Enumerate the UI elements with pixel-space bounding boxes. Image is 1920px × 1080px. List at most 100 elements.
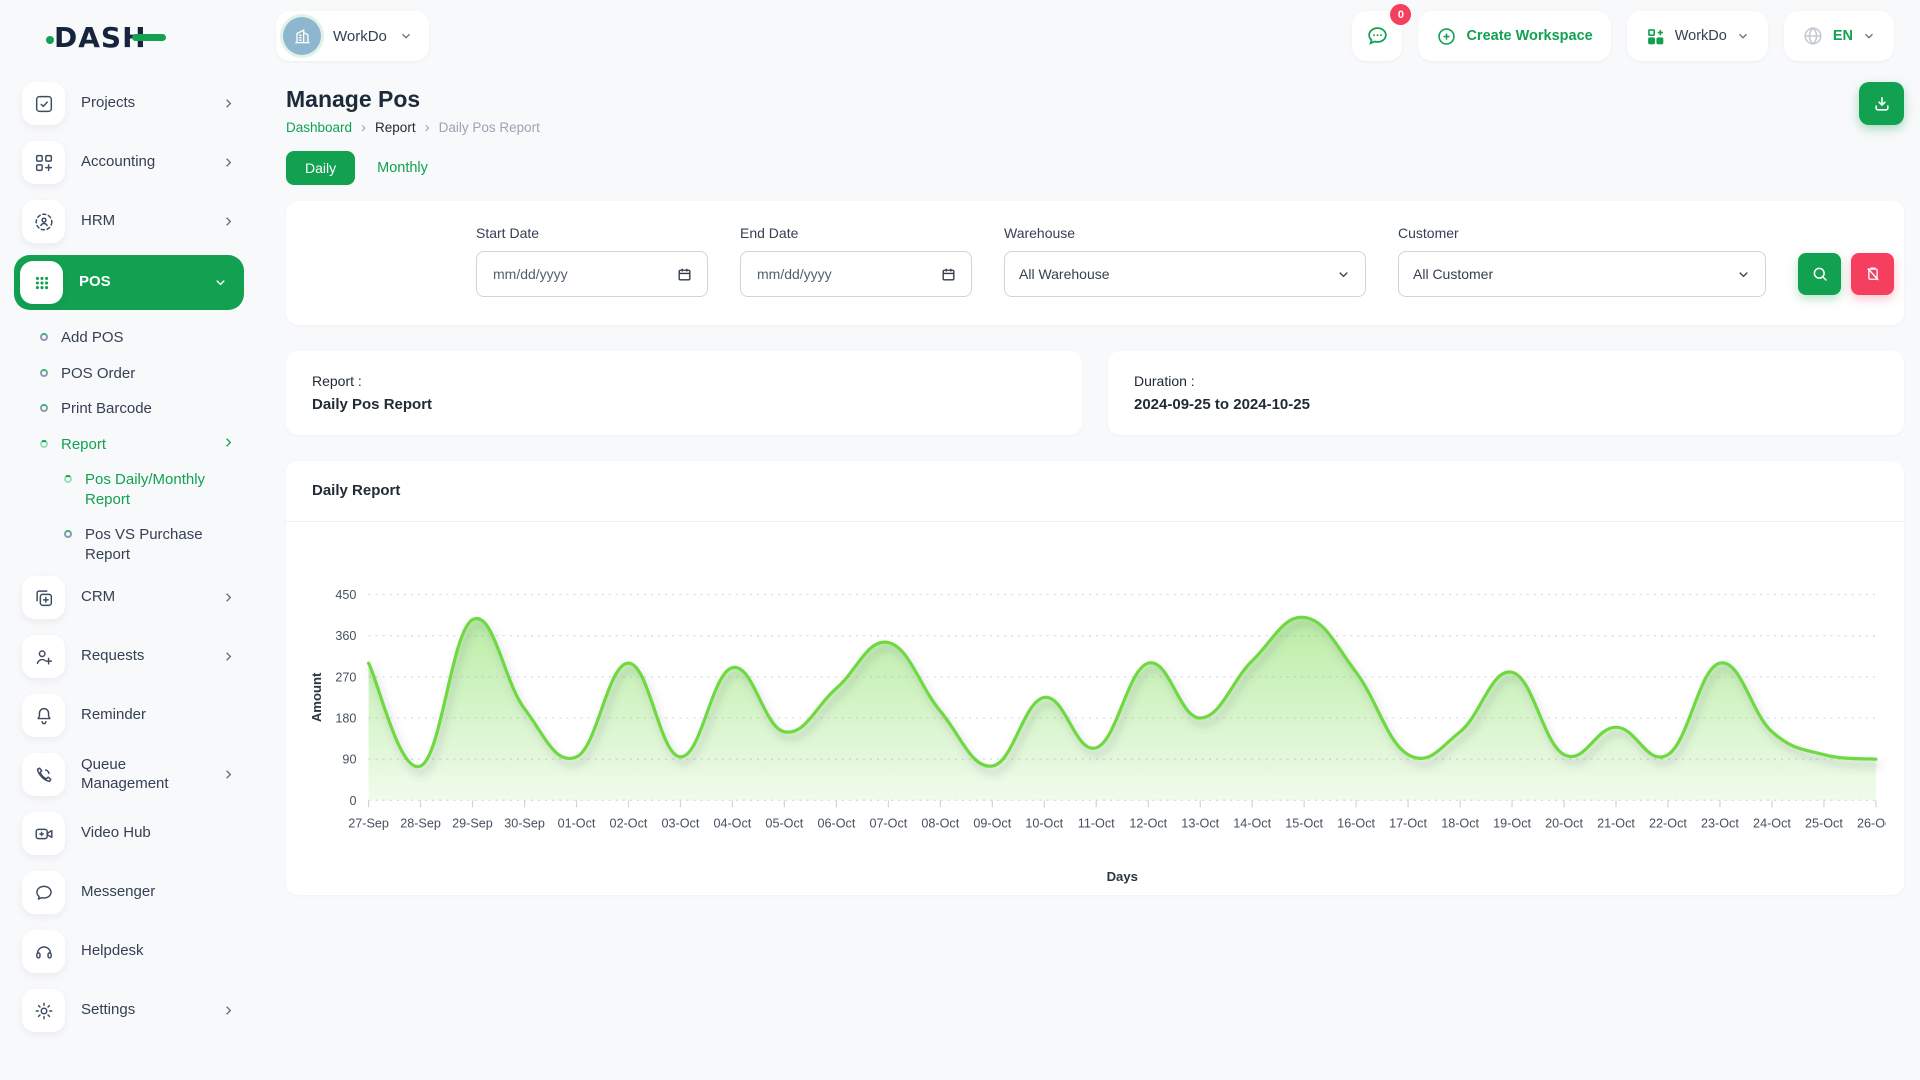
filter-actions [1798, 253, 1894, 297]
x-tick-label: 22-Oct [1649, 817, 1687, 831]
chevron-down-icon [399, 29, 413, 43]
sidebar-item-pos-vs-purchase-report[interactable]: Pos VS Purchase Report [14, 517, 244, 572]
chevron-down-icon [1336, 267, 1351, 282]
summary-cards: Report : Daily Pos Report Duration : 202… [286, 351, 1904, 435]
main-content: Manage Pos Dashboard › Report › Daily Po… [260, 72, 1920, 925]
create-workspace-button[interactable]: Create Workspace [1418, 11, 1610, 61]
x-tick-label: 11-Oct [1078, 817, 1115, 831]
dash-logo[interactable]: DASH [0, 18, 260, 54]
warehouse-selected-value: All Warehouse [1019, 266, 1110, 282]
breadcrumb-dashboard[interactable]: Dashboard [286, 120, 352, 135]
video-icon [22, 812, 65, 855]
x-tick-label: 28-Sep [400, 817, 441, 831]
bullet-icon [40, 369, 48, 377]
calendar-icon[interactable] [940, 266, 957, 283]
breadcrumb-current: Daily Pos Report [439, 120, 540, 135]
sidebar-item-crm[interactable]: CRM [14, 572, 244, 623]
warehouse-label: Warehouse [1004, 225, 1366, 241]
chart-header: Daily Report [286, 461, 1904, 522]
chevron-right-icon [221, 214, 236, 229]
messages-button[interactable]: 0 [1352, 11, 1402, 61]
sidebar-item-requests[interactable]: Requests [14, 631, 244, 682]
download-button[interactable] [1859, 82, 1904, 125]
report-value: Daily Pos Report [312, 396, 1056, 413]
breadcrumb-separator-icon: › [425, 120, 430, 135]
topbar: DASH WorkDo 0 Create Workspace [0, 0, 1920, 72]
sidebar-item-projects[interactable]: Projects [14, 78, 244, 129]
x-tick-label: 10-Oct [1025, 817, 1063, 831]
sidebar-item-pos-daily-monthly-report[interactable]: Pos Daily/Monthly Report [14, 462, 244, 517]
sidebar-item-add-pos[interactable]: Add POS [14, 320, 244, 356]
x-tick-label: 02-Oct [610, 817, 648, 831]
tab-daily[interactable]: Daily [286, 151, 355, 185]
sidebar-item-settings[interactable]: Settings [14, 985, 244, 1036]
x-tick-label: 03-Oct [662, 817, 700, 831]
start-date-input[interactable] [491, 265, 676, 283]
sidebar-item-print-barcode[interactable]: Print Barcode [14, 391, 244, 427]
start-date-label: Start Date [476, 225, 708, 241]
phone-icon [22, 753, 65, 796]
messages-badge: 0 [1390, 4, 1411, 25]
x-tick-label: 09-Oct [973, 817, 1011, 831]
sidebar-item-messenger[interactable]: Messenger [14, 867, 244, 918]
globe-icon [1802, 25, 1824, 47]
sidebar-item-helpdesk[interactable]: Helpdesk [14, 926, 244, 977]
sidebar-item-accounting[interactable]: Accounting [14, 137, 244, 188]
y-axis-title: Amount [309, 672, 324, 722]
x-tick-label: 12-Oct [1129, 817, 1167, 831]
sidebar-item-reminder[interactable]: Reminder [14, 690, 244, 741]
tab-monthly[interactable]: Monthly [363, 151, 442, 185]
sidebar-item-pos-order[interactable]: POS Order [14, 356, 244, 392]
sidebar-item-queue-management[interactable]: Queue Management [14, 749, 244, 800]
sidebar-item-hrm[interactable]: HRM [14, 196, 244, 247]
x-tick-label: 16-Oct [1337, 817, 1375, 831]
grid-plus-icon [1645, 26, 1666, 47]
search-button[interactable] [1798, 253, 1841, 295]
message-icon [22, 871, 65, 914]
x-tick-label: 17-Oct [1389, 817, 1427, 831]
language-menu[interactable]: EN [1784, 11, 1894, 61]
chevron-down-icon [1736, 267, 1751, 282]
breadcrumb-report[interactable]: Report [375, 120, 416, 135]
customer-select[interactable]: All Customer [1398, 251, 1766, 297]
report-card: Report : Daily Pos Report [286, 351, 1082, 435]
chart-area: 09018027036045027-Sep28-Sep29-Sep30-Sep0… [286, 522, 1904, 895]
page-header: Manage Pos Dashboard › Report › Daily Po… [286, 78, 1904, 135]
reset-button[interactable] [1851, 253, 1894, 295]
end-date-field: End Date [740, 225, 972, 297]
page-title: Manage Pos [286, 86, 540, 113]
pos-icon [20, 261, 63, 304]
sidebar-item-report[interactable]: Report [14, 427, 244, 463]
chevron-right-icon [221, 649, 236, 664]
y-tick-label: 180 [335, 712, 356, 726]
warehouse-select[interactable]: All Warehouse [1004, 251, 1366, 297]
accounting-icon [22, 141, 65, 184]
bell-icon [22, 694, 65, 737]
topbar-actions: 0 Create Workspace WorkDo EN [1352, 11, 1894, 61]
user-menu-label: WorkDo [1675, 28, 1727, 44]
gear-icon [22, 989, 65, 1032]
sidebar-item-video-hub[interactable]: Video Hub [14, 808, 244, 859]
chevron-down-icon [1862, 29, 1876, 43]
chevron-right-icon [221, 96, 236, 111]
chevron-right-icon [221, 590, 236, 605]
y-tick-label: 90 [342, 753, 356, 767]
end-date-input[interactable] [755, 265, 940, 283]
customer-selected-value: All Customer [1413, 266, 1493, 282]
start-date-field: Start Date [476, 225, 708, 297]
x-tick-label: 01-Oct [558, 817, 596, 831]
hrm-icon [22, 200, 65, 243]
chevron-right-icon [221, 1003, 236, 1018]
x-tick-label: 18-Oct [1441, 817, 1479, 831]
dash-logo-icon: DASH [46, 18, 168, 54]
x-tick-label: 25-Oct [1805, 817, 1843, 831]
y-tick-label: 270 [335, 670, 356, 684]
calendar-icon[interactable] [676, 266, 693, 283]
y-tick-label: 450 [335, 588, 356, 602]
user-menu[interactable]: WorkDo [1627, 11, 1768, 61]
chevron-down-icon [213, 275, 228, 290]
plus-circle-icon [1436, 26, 1457, 47]
duration-label: Duration : [1134, 373, 1878, 389]
workspace-switcher[interactable]: WorkDo [276, 11, 429, 61]
sidebar-item-pos[interactable]: POS [14, 255, 244, 310]
